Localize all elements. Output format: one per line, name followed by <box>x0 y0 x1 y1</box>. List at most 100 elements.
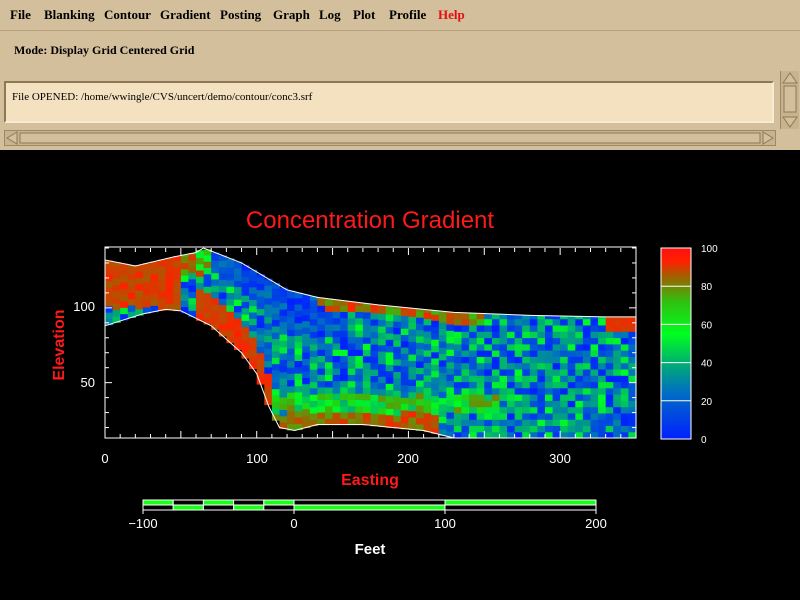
heatmap-cell <box>438 403 447 411</box>
heatmap-cell <box>332 349 341 356</box>
heatmap-cell <box>499 314 508 320</box>
heatmap-cell <box>423 374 432 382</box>
heatmap-cell <box>165 290 174 298</box>
horizontal-scroll-thumb[interactable] <box>19 132 761 144</box>
scroll-right-arrow-icon[interactable] <box>762 131 774 145</box>
heatmap-cell <box>529 315 538 320</box>
scale-segment-bottom <box>293 504 446 511</box>
menu-profile[interactable]: Profile <box>389 7 426 23</box>
menu-file[interactable]: File <box>10 7 31 23</box>
heatmap-cell <box>416 379 425 387</box>
heatmap-cell <box>469 331 478 339</box>
log-vertical-scrollbar[interactable] <box>780 71 799 129</box>
heatmap-cell <box>408 322 417 330</box>
scroll-left-arrow-icon[interactable] <box>6 131 18 145</box>
heatmap-cell <box>400 378 409 386</box>
heatmap-cell <box>613 412 622 420</box>
heatmap-cell <box>294 341 303 349</box>
menu-contour[interactable]: Contour <box>104 7 151 23</box>
scroll-up-arrow-icon[interactable] <box>782 72 798 84</box>
menu-help[interactable]: Help <box>438 7 465 23</box>
y-axis-title: Elevation <box>51 309 68 380</box>
plot-canvas: Concentration Gradient 0 100 200 300 50 … <box>51 207 718 558</box>
heatmap-cell <box>355 330 364 338</box>
heatmap-cell <box>393 352 402 360</box>
heatmap-cell <box>613 337 622 345</box>
heatmap-cell <box>560 412 569 420</box>
heatmap-cell <box>537 381 546 389</box>
heatmap-cell <box>340 305 349 312</box>
heatmap-cell <box>294 404 303 412</box>
vertical-scroll-thumb[interactable] <box>783 85 797 113</box>
heatmap-cell <box>476 375 485 383</box>
heatmap-cell <box>256 308 265 316</box>
heatmap-cell <box>582 419 592 426</box>
heatmap-cell <box>499 419 508 426</box>
heatmap-cell <box>325 361 334 369</box>
scale-segment-bottom <box>444 504 597 511</box>
heatmap-cell <box>294 398 303 405</box>
heatmap-cell <box>552 387 561 395</box>
heatmap-cell <box>135 283 144 291</box>
log-textbox[interactable]: File OPENED: /home/wwingle/CVS/uncert/de… <box>4 81 774 123</box>
menu-gradient[interactable]: Gradient <box>160 7 211 23</box>
heatmap-cell <box>317 361 326 369</box>
heatmap-cell <box>347 336 356 344</box>
heatmap-cell <box>438 397 447 405</box>
heatmap-cell <box>582 337 592 345</box>
heatmap-cell <box>529 400 538 408</box>
heatmap-cell <box>408 316 417 324</box>
menu-posting[interactable]: Posting <box>220 7 261 23</box>
heatmap-cell <box>476 337 485 345</box>
heatmap-cell <box>309 331 318 339</box>
heatmap-cell <box>605 400 614 408</box>
menu-log[interactable]: Log <box>319 7 341 23</box>
heatmap-cell <box>453 324 463 332</box>
heatmap-cell <box>613 375 622 383</box>
heatmap-cell <box>294 329 303 336</box>
menu-blanking[interactable]: Blanking <box>44 7 95 23</box>
heatmap-cell <box>393 358 402 366</box>
heatmap-cell <box>279 378 288 385</box>
heatmap-cell <box>294 297 303 305</box>
heatmap-cell <box>271 407 281 415</box>
heatmap-cell <box>453 337 463 345</box>
heatmap-cell <box>537 337 546 345</box>
heatmap-cell <box>628 350 637 357</box>
heatmap-cell <box>112 284 121 292</box>
menu-graph[interactable]: Graph <box>273 7 310 23</box>
heatmap-cell <box>279 409 288 417</box>
heatmap-cell <box>150 273 159 281</box>
heatmap-cell <box>241 270 250 277</box>
heatmap-cell <box>507 375 516 383</box>
heatmap-cell <box>226 273 235 281</box>
heatmap-cell <box>605 387 614 395</box>
heatmap-cell <box>362 368 372 376</box>
heatmap-cell <box>416 405 425 412</box>
heatmap-cell <box>575 387 584 395</box>
heatmap-cell <box>431 357 440 365</box>
heatmap-cell <box>294 360 303 368</box>
heatmap-cell <box>294 385 303 393</box>
heatmap-cell <box>408 379 417 386</box>
heatmap-cell <box>507 400 516 408</box>
heatmap-cell <box>567 331 576 339</box>
heatmap-cell <box>582 425 592 433</box>
menu-plot[interactable]: Plot <box>353 7 375 23</box>
heatmap-cell <box>598 356 607 364</box>
log-horizontal-scrollbar[interactable] <box>4 130 776 146</box>
heatmap-cell <box>218 279 227 287</box>
scroll-down-arrow-icon[interactable] <box>782 116 798 128</box>
y-tick-label: 50 <box>81 375 95 390</box>
heatmap-cell <box>264 297 273 305</box>
heatmap-cell <box>241 295 250 302</box>
heatmap-cell <box>620 387 629 395</box>
heatmap-cell <box>567 368 576 376</box>
heatmap-cell <box>529 406 538 414</box>
heatmap-cell <box>188 285 197 292</box>
heatmap-cell <box>332 386 341 394</box>
heatmap-cell <box>537 331 546 339</box>
heatmap-cell <box>446 312 455 319</box>
heatmap-cell <box>491 368 501 376</box>
heatmap-cell <box>438 416 447 424</box>
